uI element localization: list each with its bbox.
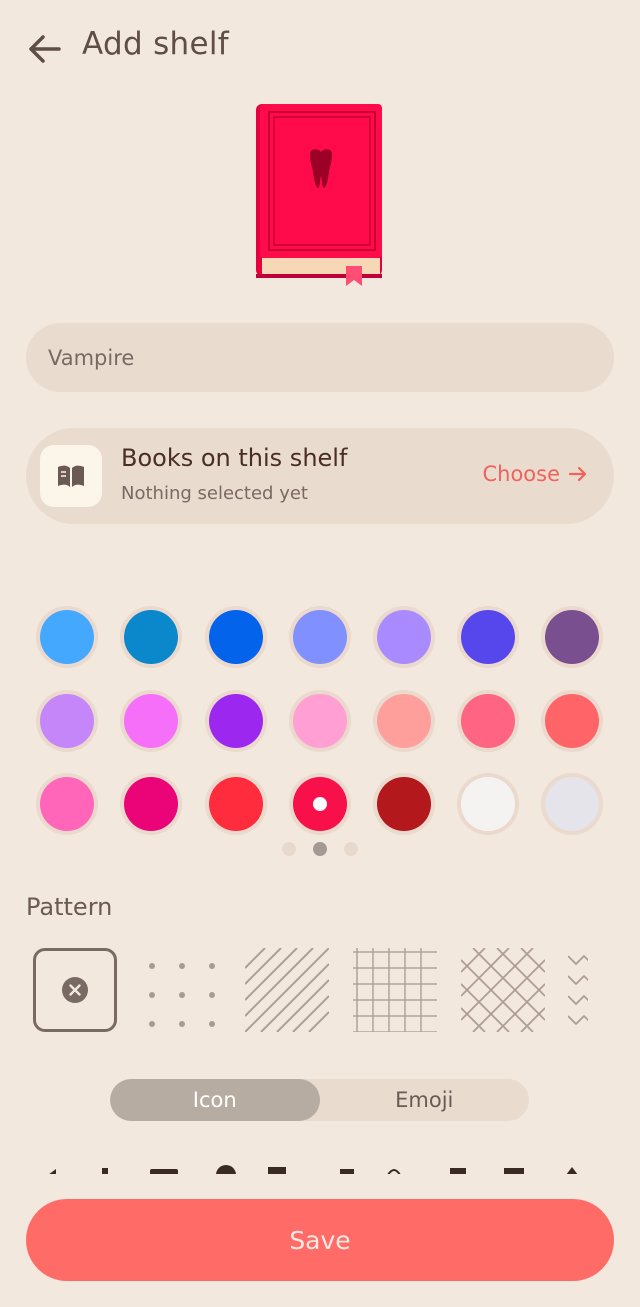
icon-option [216, 1165, 236, 1174]
color-swatch-fill [545, 777, 599, 831]
color-swatch[interactable] [36, 773, 98, 835]
icon-option [150, 1169, 178, 1174]
color-swatch-fill [40, 777, 94, 831]
color-swatch-fill [293, 777, 347, 831]
color-swatch-fill [377, 610, 431, 664]
color-swatch[interactable] [373, 773, 435, 835]
color-swatch[interactable] [457, 690, 519, 752]
color-swatch[interactable] [120, 690, 182, 752]
color-swatch[interactable] [120, 773, 182, 835]
pattern-grid-option[interactable] [353, 948, 437, 1033]
color-swatch[interactable] [205, 690, 267, 752]
color-swatch-fill [209, 694, 263, 748]
arrow-right-icon [568, 466, 587, 482]
color-swatch[interactable] [541, 690, 603, 752]
icon-picker-row [40, 1160, 600, 1174]
color-swatch-fill [461, 694, 515, 748]
icon-option [450, 1168, 466, 1174]
page-dot[interactable] [313, 842, 327, 856]
diagonal-lines-pattern-icon [244, 947, 330, 1033]
color-swatch-fill [209, 777, 263, 831]
color-swatch-fill [461, 777, 515, 831]
save-button[interactable]: Save [26, 1199, 614, 1281]
color-swatch-fill [40, 694, 94, 748]
icon-option [102, 1168, 108, 1174]
color-swatch-fill [124, 694, 178, 748]
color-swatch-fill [377, 694, 431, 748]
color-swatch[interactable] [205, 773, 267, 835]
color-swatch[interactable] [457, 773, 519, 835]
open-book-icon [58, 465, 84, 487]
icon-option [387, 1169, 401, 1174]
color-swatch[interactable] [289, 606, 351, 668]
choose-books-link[interactable]: Choose [482, 462, 588, 486]
book-icon-container [40, 445, 102, 507]
tab-emoji[interactable]: Emoji [320, 1079, 530, 1121]
color-swatch-fill [545, 694, 599, 748]
selected-indicator [313, 797, 327, 811]
page-dot[interactable] [344, 842, 358, 856]
back-button[interactable] [24, 28, 66, 70]
book-preview [256, 104, 382, 286]
color-swatch-fill [377, 777, 431, 831]
color-swatch[interactable] [120, 606, 182, 668]
pattern-none-option[interactable] [33, 948, 117, 1032]
books-card-subtitle: Nothing selected yet [121, 483, 308, 504]
pattern-dots-option[interactable] [140, 948, 224, 1032]
page-title: Add shelf [82, 26, 229, 62]
pattern-zigzag-option[interactable] [568, 948, 588, 1032]
color-swatch[interactable] [541, 606, 603, 668]
color-swatch[interactable] [36, 690, 98, 752]
color-swatch-fill [209, 610, 263, 664]
color-swatch[interactable] [541, 773, 603, 835]
crosshatch-pattern-icon [460, 947, 546, 1033]
dots-pattern-icon [149, 963, 215, 1027]
color-swatch-fill [40, 610, 94, 664]
grid-pattern-icon [353, 948, 437, 1033]
icon-option [49, 1169, 56, 1174]
icon-option [566, 1167, 578, 1174]
pattern-label: Pattern [26, 893, 113, 921]
color-swatch-fill [461, 610, 515, 664]
shelf-name-input[interactable]: Vampire [26, 323, 614, 392]
color-swatch[interactable] [373, 690, 435, 752]
color-swatch[interactable] [205, 606, 267, 668]
color-swatch[interactable] [36, 606, 98, 668]
pattern-diagonal-option[interactable] [244, 947, 330, 1033]
color-swatch-fill [124, 610, 178, 664]
icon-emoji-toggle: Icon Emoji [110, 1079, 529, 1121]
color-swatch[interactable] [289, 773, 351, 835]
color-swatch-fill [545, 610, 599, 664]
icon-option [340, 1169, 354, 1174]
arrow-left-icon [29, 35, 61, 63]
pattern-crosshatch-option[interactable] [460, 947, 546, 1033]
color-swatch[interactable] [373, 606, 435, 668]
color-swatch-fill [124, 777, 178, 831]
color-swatch-fill [293, 610, 347, 664]
icon-option [268, 1167, 286, 1174]
choose-label: Choose [482, 462, 560, 486]
books-on-shelf-card[interactable]: Books on this shelf Nothing selected yet… [26, 428, 614, 524]
books-card-title: Books on this shelf [121, 444, 348, 472]
close-circle-icon [62, 977, 88, 1003]
color-swatch[interactable] [289, 690, 351, 752]
page-dot[interactable] [282, 842, 296, 856]
zigzag-pattern-icon [568, 954, 588, 1026]
color-swatch[interactable] [457, 606, 519, 668]
icon-option [504, 1168, 524, 1174]
tab-icon[interactable]: Icon [110, 1079, 320, 1121]
color-swatch-fill [293, 694, 347, 748]
